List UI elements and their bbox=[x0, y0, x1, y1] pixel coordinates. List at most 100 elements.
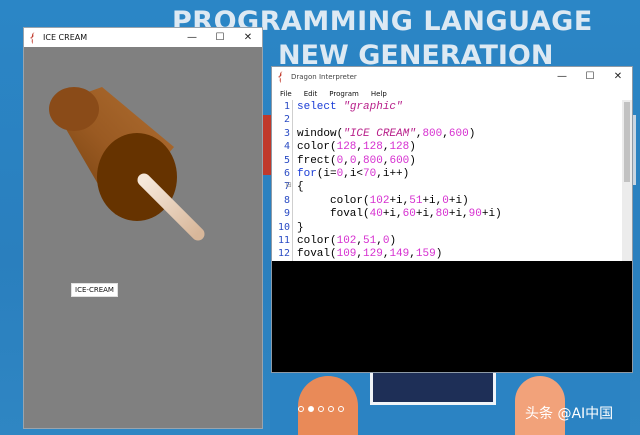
minimize-button[interactable]: — bbox=[548, 67, 576, 86]
code-token: 70 bbox=[363, 168, 377, 180]
line-number: 11 bbox=[277, 235, 290, 246]
code-token: 80 bbox=[435, 208, 449, 221]
code-token: color( bbox=[297, 141, 337, 154]
line-number: 9 bbox=[283, 208, 290, 220]
code-token: , bbox=[376, 235, 383, 247]
code-token: 128 bbox=[336, 141, 357, 154]
bg-monitor-illustration bbox=[370, 372, 496, 405]
code-token: +i, bbox=[415, 208, 436, 221]
dragon-interpreter-window: Dragon Interpreter — ☐ ✕ File Edit Progr… bbox=[271, 66, 633, 373]
code-token: 149 bbox=[389, 248, 410, 261]
maximize-button[interactable]: ☐ bbox=[206, 28, 234, 47]
line-number: 10 bbox=[277, 221, 290, 233]
code-line[interactable]: foval(40+i,60+i,80+i,90+i) bbox=[297, 208, 502, 220]
code-token: 159 bbox=[415, 248, 436, 261]
menu-edit[interactable]: Edit bbox=[304, 90, 318, 98]
menu-bar: File Edit Program Help bbox=[272, 87, 632, 100]
close-button[interactable]: ✕ bbox=[234, 28, 262, 47]
carousel-dots bbox=[298, 406, 344, 412]
carousel-dot[interactable] bbox=[338, 406, 344, 412]
code-token: 40 bbox=[369, 208, 383, 221]
output-console[interactable] bbox=[272, 261, 632, 372]
menu-program[interactable]: Program bbox=[329, 90, 359, 98]
line-number: 12 bbox=[277, 248, 290, 260]
code-line[interactable]: for(i=0,i<70,i++) bbox=[297, 168, 409, 180]
code-token: 102 bbox=[369, 194, 390, 207]
code-token: 102 bbox=[336, 235, 357, 247]
code-token: +i) bbox=[481, 208, 502, 221]
code-token: 128 bbox=[389, 141, 410, 154]
ice-cream-titlebar[interactable]: ICE CREAM — ☐ ✕ bbox=[24, 28, 262, 47]
maximize-button[interactable]: ☐ bbox=[576, 67, 604, 86]
code-token: +i, bbox=[382, 208, 403, 221]
code-line[interactable]: { bbox=[297, 181, 304, 193]
code-line[interactable]: } bbox=[297, 222, 304, 234]
code-token: , bbox=[343, 154, 350, 167]
code-token: 90 bbox=[468, 208, 482, 221]
code-line[interactable]: frect(0,0,800,600) bbox=[297, 155, 416, 167]
ice-cream-label: ICE-CREAM bbox=[71, 283, 118, 297]
ice-cream-window: ICE CREAM — ☐ ✕ ICE-CREAM bbox=[23, 27, 263, 429]
line-number-gutter: 1 2 3 4 5 6 7 8 9 10 11 12 ⊟ bbox=[272, 100, 293, 261]
line-number: 6 bbox=[283, 168, 290, 179]
code-token: color( bbox=[297, 194, 370, 207]
watermark-text: 头条 @AI中国 bbox=[525, 406, 614, 422]
line-number: 2 bbox=[283, 114, 290, 126]
bg-side-strip bbox=[263, 115, 271, 175]
code-token: (i= bbox=[316, 168, 337, 180]
code-token: ,i++) bbox=[376, 168, 410, 180]
code-token: } bbox=[297, 221, 304, 234]
code-token: select bbox=[297, 101, 344, 113]
code-token: ,i< bbox=[343, 168, 364, 180]
code-token: 600 bbox=[448, 127, 469, 140]
editor-scrollbar[interactable] bbox=[622, 100, 632, 261]
code-line[interactable]: select "graphic" bbox=[297, 101, 403, 113]
code-token: 109 bbox=[336, 248, 357, 261]
code-token: 51 bbox=[363, 235, 377, 247]
code-token: ) bbox=[409, 154, 416, 167]
line-number: 3 bbox=[283, 127, 290, 139]
close-button[interactable]: ✕ bbox=[604, 67, 632, 86]
code-token: 600 bbox=[389, 154, 410, 167]
code-token: 800 bbox=[422, 127, 443, 140]
dragon-app-icon bbox=[278, 71, 283, 83]
code-token: ) bbox=[468, 127, 476, 140]
window-title: Dragon Interpreter bbox=[291, 73, 357, 81]
window-title: ICE CREAM bbox=[43, 33, 88, 42]
carousel-dot-active[interactable] bbox=[308, 406, 314, 412]
code-token: foval( bbox=[297, 248, 337, 261]
code-token: +i) bbox=[448, 194, 469, 207]
interpreter-titlebar[interactable]: Dragon Interpreter — ☐ ✕ bbox=[272, 67, 632, 87]
code-editor[interactable]: 1 2 3 4 5 6 7 8 9 10 11 12 ⊟ select "graphic" window(… bbox=[272, 100, 632, 261]
code-line[interactable]: color(128,128,128) bbox=[297, 141, 416, 153]
code-line[interactable]: color(102,51,0) bbox=[297, 235, 396, 247]
code-token: color( bbox=[297, 235, 337, 247]
code-token: "ICE CREAM" bbox=[343, 127, 416, 140]
code-token: +i, bbox=[389, 194, 410, 207]
code-token: 0 bbox=[442, 194, 449, 207]
carousel-dot[interactable] bbox=[318, 406, 324, 412]
code-token: ) bbox=[389, 235, 397, 247]
fold-toggle-icon[interactable]: ⊟ bbox=[286, 181, 292, 189]
carousel-dot[interactable] bbox=[328, 406, 334, 412]
code-line[interactable]: color(102+i,51+i,0+i) bbox=[297, 195, 469, 207]
code-token: 128 bbox=[363, 141, 383, 154]
code-line[interactable]: window("ICE CREAM",800,600) bbox=[297, 128, 475, 140]
code-token: 129 bbox=[363, 248, 383, 261]
code-token: frect( bbox=[297, 154, 337, 167]
code-token: { bbox=[297, 181, 304, 194]
menu-file[interactable]: File bbox=[280, 90, 292, 98]
ice-cream-drawing bbox=[49, 87, 205, 241]
code-token: 51 bbox=[409, 194, 423, 207]
menu-help[interactable]: Help bbox=[371, 90, 387, 98]
code-token: 800 bbox=[363, 154, 383, 167]
line-number: 8 bbox=[283, 194, 290, 206]
line-number: 4 bbox=[283, 141, 290, 153]
scrollbar-thumb[interactable] bbox=[624, 102, 630, 182]
carousel-dot[interactable] bbox=[298, 406, 304, 412]
code-line[interactable]: foval(109,129,149,159) bbox=[297, 248, 442, 260]
code-token: for bbox=[297, 168, 317, 180]
graphics-canvas[interactable]: ICE-CREAM bbox=[24, 47, 262, 428]
code-token: , bbox=[409, 248, 416, 261]
minimize-button[interactable]: — bbox=[178, 28, 206, 47]
